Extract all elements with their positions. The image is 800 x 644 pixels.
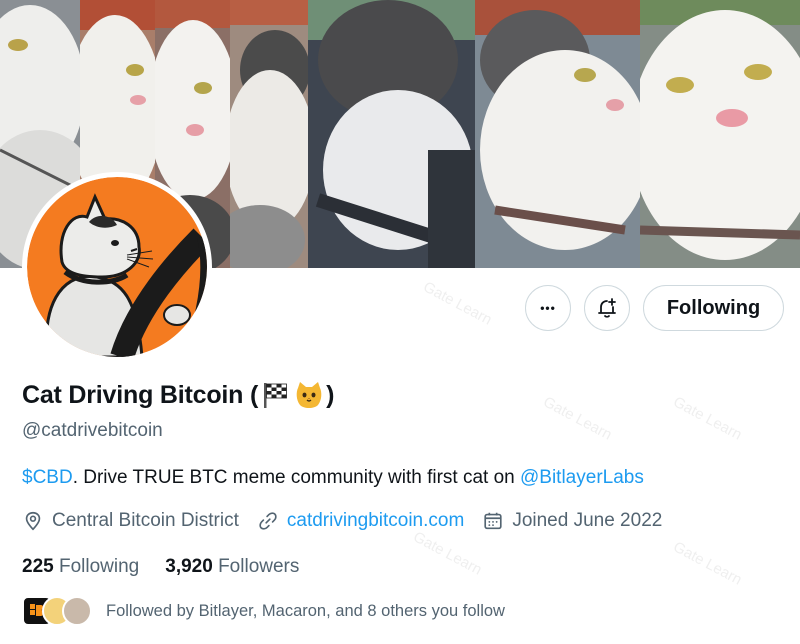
banner-frame-6 [475,0,640,268]
follower-avatar-3 [62,596,92,626]
more-button[interactable]: ••• [525,285,571,331]
website-item: catdrivingbitcoin.com [257,510,464,532]
display-name: Cat Driving Bitcoin ( ) [22,380,334,410]
followers-label: Followers [218,556,300,577]
cashtag-link[interactable]: $CBD [22,467,73,488]
banner-frame-7 [640,0,800,268]
followers-count: 3,920 [165,556,213,577]
watermark: Gate Learn [670,393,745,444]
banner-frame-4 [230,0,308,268]
following-label: Following [58,556,140,577]
followed-by-row[interactable]: Followed by Bitlayer, Macaron, and 8 oth… [22,596,505,626]
bell-plus-icon [598,298,616,318]
avatar[interactable] [22,172,212,362]
joined-text: Joined June 2022 [512,510,663,531]
profile-handle: @catdrivebitcoin [22,420,163,441]
watermark: Gate Learn [420,278,495,329]
chequered-flag-icon [260,380,290,410]
display-name-prefix: Cat Driving Bitcoin ( [22,380,259,409]
profile-bio: $CBD. Drive TRUE BTC meme community with… [22,467,644,489]
watermark: Gate Learn [540,393,615,444]
following-stat-link[interactable]: 225 Following [22,556,139,578]
followed-by-text: Followed by Bitlayer, Macaron, and 8 oth… [106,601,505,620]
following-button[interactable]: Following [643,285,784,331]
location-text: Central Bitcoin District [52,510,239,531]
joined-item: Joined June 2022 [482,510,662,532]
location-pin-icon [25,511,41,531]
link-icon [259,512,277,530]
website-link[interactable]: catdrivingbitcoin.com [287,510,464,532]
banner-frame-5 [308,0,475,268]
display-name-suffix: ) [326,380,335,409]
bio-text: . Drive TRUE BTC meme community with fir… [72,467,520,488]
profile-meta: Central Bitcoin District catdrivingbitco… [22,510,680,532]
follower-avatars [22,596,92,626]
location-item: Central Bitcoin District [22,510,239,532]
cat-face-icon [294,380,324,410]
calendar-icon [484,512,502,530]
following-count: 225 [22,556,54,577]
followers-stat-link[interactable]: 3,920 Followers [165,556,299,578]
mention-link[interactable]: @BitlayerLabs [520,467,644,488]
more-icon: ••• [540,301,556,315]
watermark: Gate Learn [670,538,745,589]
profile-stats: 225 Following 3,920 Followers [22,556,325,578]
watermark: Gate Learn [410,528,485,579]
notify-button[interactable] [584,285,630,331]
